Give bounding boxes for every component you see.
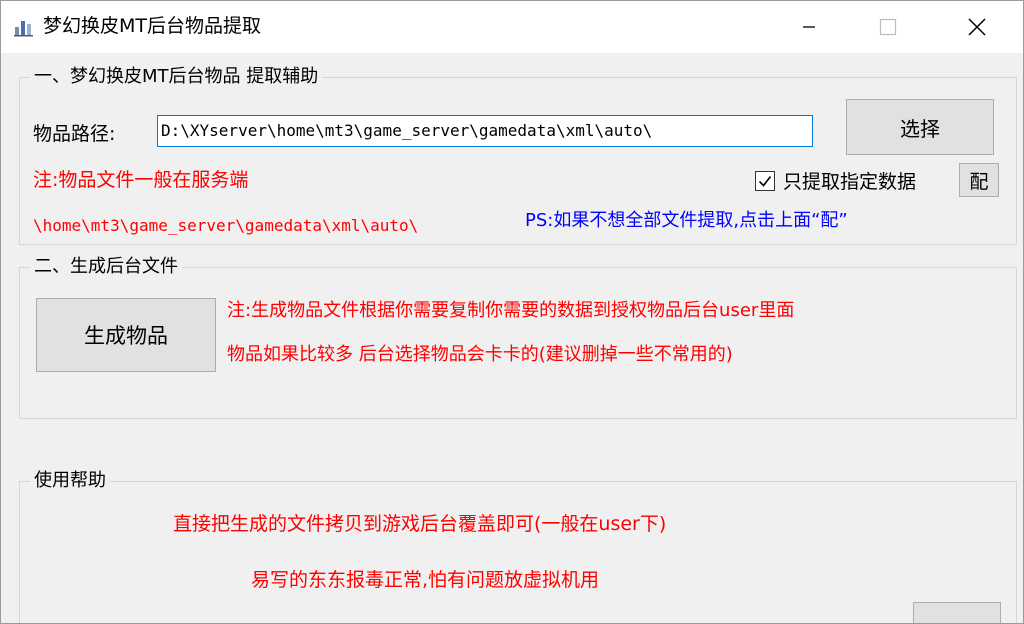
generate-items-button-label: 生成物品 [84,324,168,348]
window-title: 梦幻换皮MT后台物品提取 [43,15,261,37]
note-server-path: 注:物品文件一般在服务端 [33,169,249,191]
minimize-icon [803,26,815,28]
select-button[interactable]: 选择 [846,99,994,155]
ps-note: PS:如果不想全部文件提取,点击上面“配” [525,210,848,231]
partial-bottom-button[interactable] [913,602,1001,623]
generate-group-title: 二、生成后台文件 [30,255,182,279]
close-icon [968,18,986,36]
config-button[interactable]: 配 [959,163,999,197]
check-icon [758,176,772,187]
select-button-label: 选择 [900,116,940,141]
help-group-title: 使用帮助 [30,469,110,493]
app-window: 梦幻换皮MT后台物品提取 一、梦幻换皮MT后台物品 提取辅助 物品路径: D:\… [0,0,1024,624]
extract-group-title: 一、梦幻换皮MT后台物品 提取辅助 [30,65,323,89]
help-line2: 易写的东东报毒正常,怕有问题放虚拟机用 [251,569,600,591]
close-button[interactable] [931,1,1023,53]
title-bar[interactable]: 梦幻换皮MT后台物品提取 [1,1,1023,53]
help-line1: 直接把生成的文件拷贝到游戏后台覆盖即可(一般在user下) [173,513,667,535]
path-input[interactable]: D:\XYserver\home\mt3\game_server\gamedat… [157,115,813,147]
generate-items-button[interactable]: 生成物品 [36,298,216,372]
note-auto-path: \home\mt3\game_server\gamedata\xml\auto\ [33,216,419,235]
maximize-icon [879,18,897,36]
config-button-label: 配 [969,170,989,193]
path-label: 物品路径: [33,123,116,145]
generate-note-line1: 注:生成物品文件根据你需要复制你需要的数据到授权物品后台user里面 [227,300,795,321]
help-group: 使用帮助 [19,469,1017,623]
generate-note-line2: 物品如果比较多 后台选择物品会卡卡的(建议删掉一些不常用的) [227,344,733,365]
extract-specified-checkbox[interactable] [755,171,775,191]
checkbox-label[interactable]: 只提取指定数据 [783,169,916,195]
maximize-button[interactable] [842,1,934,53]
app-icon [14,21,33,37]
